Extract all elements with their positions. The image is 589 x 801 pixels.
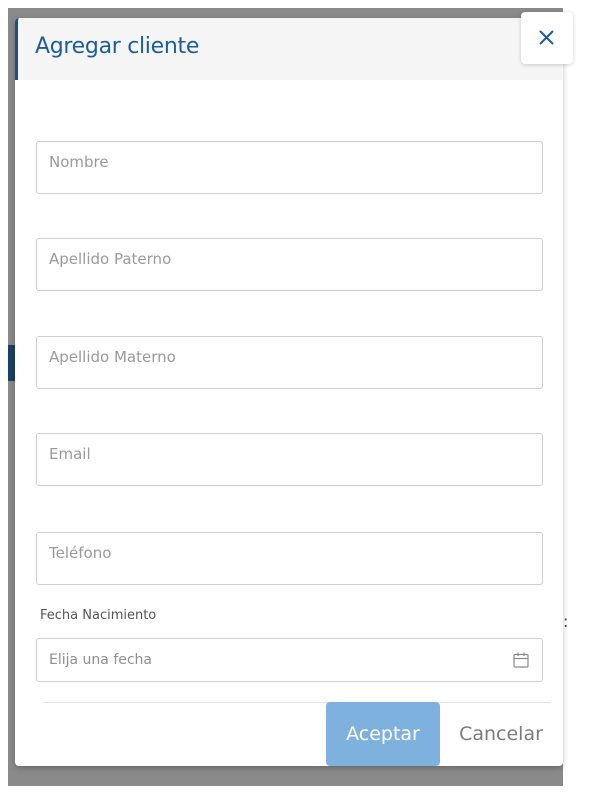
- add-client-modal: Agregar cliente Fecha Nacimiento: [15, 12, 573, 766]
- nombre-input[interactable]: [37, 142, 542, 193]
- close-icon: [539, 30, 554, 45]
- email-input[interactable]: [37, 434, 542, 485]
- apellido-materno-field: [36, 336, 543, 389]
- email-field: [36, 433, 543, 486]
- modal-title: Agregar cliente: [35, 34, 200, 59]
- background-colon-text: :: [563, 612, 569, 631]
- nombre-field: [36, 141, 543, 194]
- birthdate-field: [36, 638, 543, 682]
- birthdate-input[interactable]: [37, 639, 497, 681]
- telefono-input[interactable]: [37, 533, 542, 584]
- calendar-icon[interactable]: [512, 651, 530, 673]
- telefono-field: [36, 532, 543, 585]
- apellido-materno-input[interactable]: [37, 337, 542, 388]
- modal-header: Agregar cliente: [15, 18, 563, 80]
- close-button[interactable]: [521, 12, 573, 64]
- accept-button[interactable]: Aceptar: [326, 702, 440, 766]
- cancel-button[interactable]: Cancelar: [447, 702, 555, 766]
- birthdate-label: Fecha Nacimiento: [40, 608, 157, 623]
- apellido-paterno-input[interactable]: [37, 239, 542, 290]
- apellido-paterno-field: [36, 238, 543, 291]
